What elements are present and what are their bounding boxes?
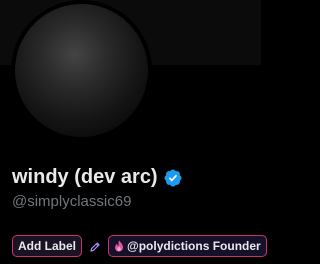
avatar[interactable] xyxy=(11,0,152,141)
user-handle: @simplyclassic69 xyxy=(12,193,132,210)
labels-row: Add Label @polydictions Founder xyxy=(12,235,267,257)
add-label-text: Add Label xyxy=(18,239,77,253)
founder-label-chip[interactable]: @polydictions Founder xyxy=(108,235,267,257)
profile-name-row: windy (dev arc) xyxy=(12,165,183,189)
pen-icon[interactable] xyxy=(89,240,101,252)
add-label-button[interactable]: Add Label xyxy=(12,235,83,257)
verified-badge-icon[interactable] xyxy=(163,168,183,188)
display-name: windy (dev arc) xyxy=(12,166,158,188)
flame-icon xyxy=(114,240,124,252)
founder-label-text: @polydictions Founder xyxy=(127,239,261,253)
